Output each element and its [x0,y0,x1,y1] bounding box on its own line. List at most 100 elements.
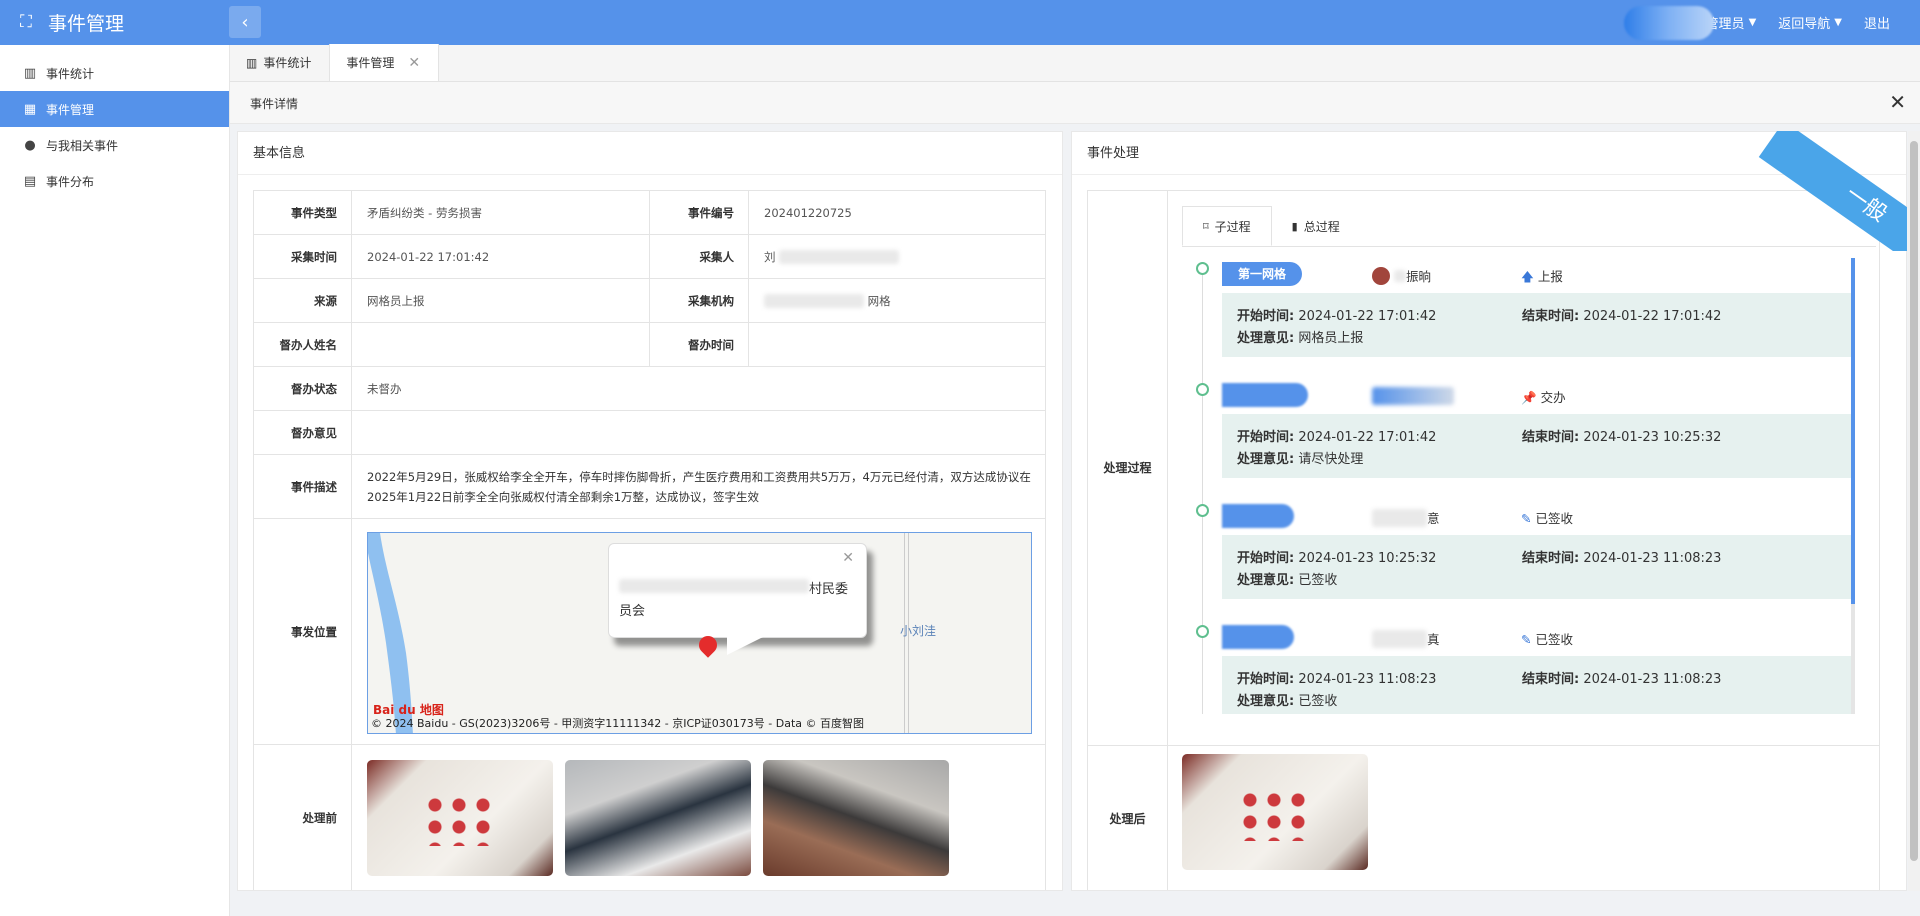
map-place-label: 小刘洼 [900,623,937,638]
timeline-scroll-thumb[interactable] [1851,258,1855,604]
source-value: 网格员上报 [351,278,650,323]
person-name: 振晌 [1406,269,1432,284]
nav-menu[interactable]: 返回导航 ▼ [1778,13,1842,32]
supervise-state-value: 未督办 [351,366,1046,411]
event-type-value: 矛盾纠纷类 - 劳务损害 [351,190,650,235]
step-detail: 开始时间: 2024-01-23 11:08:23 结束时间: 2024-01-… [1222,656,1852,714]
sidebar-item-event-stats[interactable]: ▥ 事件统计 [0,55,229,91]
after-photo[interactable] [1182,754,1368,870]
field-label: 来源 [253,278,352,323]
page-title: 事件详情 [250,97,299,111]
close-icon[interactable]: ✕ [1889,90,1906,114]
action-label: 已签收 [1535,632,1573,647]
sidebar-item-label: 事件管理 [46,102,95,117]
process-tabs: ⌑ 子过程 ▮ 总过程 [1182,206,1876,247]
timeline-dot [1196,625,1209,638]
start-time: 2024-01-23 11:08:23 [1298,672,1437,687]
location-cell: 小刘洼 ✕ 村民委 员会 Bai du 地图 © 2024 Baidu - GS… [351,518,1046,745]
process-label: 处理过程 [1087,190,1168,746]
avatar [1623,5,1714,40]
opinion-label: 处理意见: [1237,694,1295,709]
arrow-up-icon: 🡅 [1521,269,1534,284]
field-label: 督办状态 [253,366,352,411]
start-label: 开始时间: [1237,309,1295,324]
page-scroll-thumb[interactable] [1910,141,1918,861]
sidebar-item-event-map[interactable]: ▤ 事件分布 [0,163,229,199]
bookmark-icon: ⌑ [1203,219,1209,233]
field-label: 事件描述 [253,454,352,519]
step-node [1222,383,1308,407]
nav-label: 返回导航 [1778,17,1831,32]
opinion-label: 处理意见: [1237,452,1295,467]
collector-value: 刘 [748,234,1046,279]
avatar [1372,266,1390,285]
field-label: 事件类型 [253,190,352,235]
location-map[interactable]: 小刘洼 ✕ 村民委 员会 Bai du 地图 © 2024 Baidu - GS… [367,531,1032,734]
grid-icon: ▦ [23,101,37,117]
collapse-sidebar-button[interactable]: ‹ [229,6,261,38]
tab-label: 事件统计 [263,56,312,70]
tab-label: 事件管理 [346,56,395,70]
close-icon[interactable]: ✕ [408,55,420,71]
map-icon: ▤ [23,173,37,189]
bar-chart-icon: ▥ [23,65,37,81]
step-action: 🡅 上报 [1521,266,1563,289]
field-label: 采集人 [649,234,749,279]
opinion-value: 网格员上报 [1298,331,1364,346]
user-icon: ● [24,137,36,153]
sidebar-item-my-events[interactable]: ● 与我相关事件 [0,127,229,163]
pin-icon: 📌 [1521,390,1537,405]
event-code-value: 202401220725 [748,190,1046,235]
map-copyright: © 2024 Baidu - GS(2023)3206号 - 甲测资字11111… [371,716,865,730]
action-label: 上报 [1537,269,1563,284]
step-node [1222,504,1294,528]
step-detail: 开始时间: 2024-01-23 10:25:32 结束时间: 2024-01-… [1222,535,1852,599]
sidebar-item-label: 事件统计 [46,66,95,81]
tab-event-stats[interactable]: ▥ 事件统计 [230,44,331,81]
supervisor-value [351,322,650,367]
tab-event-management[interactable]: 事件管理 ✕ [330,44,440,81]
before-photos [352,750,1045,886]
app-title: 事件管理 [48,12,125,35]
after-label: 处理后 [1087,744,1168,890]
start-label: 开始时间: [1237,672,1295,687]
map-info-window: ✕ 村民委 员会 [608,542,867,655]
field-label: 处理前 [253,744,352,890]
step-detail: 开始时间: 2024-01-22 17:01:42 结束时间: 2024-01-… [1222,293,1852,357]
before-photo[interactable] [565,759,751,876]
before-photo[interactable] [367,759,553,876]
tab-total-process[interactable]: ▮ 总过程 [1272,206,1360,246]
end-label: 结束时间: [1522,551,1580,566]
sidebar: ▥ 事件统计 ▦ 事件管理 ● 与我相关事件 ▤ 事件分布 [0,45,230,916]
basic-info-panel: 基本信息 事件类型 矛盾纠纷类 - 劳务损害 事件编号 202401220725… [237,131,1063,891]
start-time: 2024-01-22 17:01:42 [1298,309,1437,324]
admin-menu[interactable]: 管理员 ▼ [1623,5,1756,40]
step-node [1222,625,1294,649]
field-label: 采集机构 [649,278,749,323]
tab-sub-process[interactable]: ⌑ 子过程 [1182,206,1272,246]
field-label: 事件编号 [649,190,749,235]
process-timeline[interactable]: 第一网格 振晌 🡅 上报 开始时间: 2024-01-22 17:01:42 结束… [1182,258,1858,714]
sitemap-icon: ⛶ [20,12,32,32]
org-suffix: 网格 [867,293,891,308]
sidebar-item-label: 事件分布 [46,174,95,189]
sidebar-item-event-management[interactable]: ▦ 事件管理 [0,91,229,127]
before-photo[interactable] [763,759,949,876]
logout-link[interactable]: 退出 [1864,13,1890,32]
step-node: 第一网格 [1222,262,1303,286]
start-time: 2024-01-22 17:01:42 [1298,430,1437,445]
step-person [1372,387,1454,405]
bar-chart-icon: ▥ [246,55,258,70]
chevron-left-icon: ‹ [241,11,249,33]
pencil-icon: ✎ [1521,511,1532,526]
collector-name: 刘 [764,249,776,264]
end-label: 结束时间: [1522,430,1580,445]
supervise-opinion-value [351,410,1046,455]
start-label: 开始时间: [1237,430,1295,445]
step-person: 意 [1372,508,1440,527]
close-icon[interactable]: ✕ [842,547,854,569]
page-scrollbar[interactable] [1908,131,1920,891]
caret-down-icon: ▼ [1834,17,1842,28]
logout-label: 退出 [1863,17,1890,32]
sidebar-item-label: 与我相关事件 [46,138,119,153]
